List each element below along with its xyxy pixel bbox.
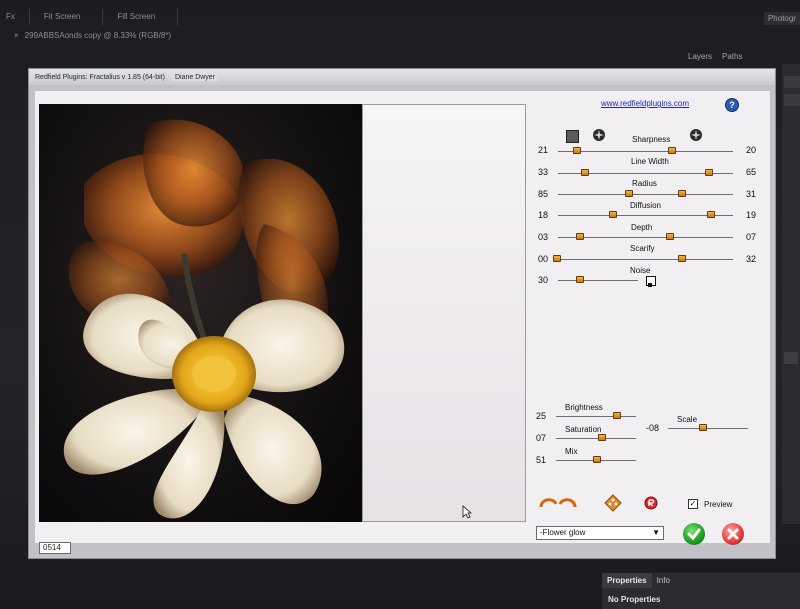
tab-paths[interactable]: Paths — [722, 52, 742, 61]
brightness-track[interactable] — [556, 416, 636, 417]
random-dice-icon[interactable] — [604, 494, 622, 512]
scarify-track[interactable] — [558, 259, 733, 260]
workspace-label[interactable]: Photogr — [763, 12, 800, 25]
chevron-down-icon: ▼ — [652, 528, 660, 537]
diffusion-right-handle[interactable] — [707, 211, 715, 218]
status-field[interactable]: 0514 — [39, 542, 71, 554]
radius-label: Radius — [632, 179, 657, 188]
noise-value: 30 — [538, 275, 549, 285]
preview-label: Preview — [704, 500, 733, 509]
depth-left-handle[interactable] — [576, 233, 584, 240]
properties-panel: Properties Info No Properties — [602, 573, 800, 609]
mix-value: 51 — [536, 455, 547, 465]
document-tab[interactable]: × 299ABBSAonds copy @ 8.33% (RGB/8*) — [14, 31, 171, 40]
sharpness-label: Sharpness — [632, 135, 671, 144]
preset-dropdown[interactable]: -Flower glow ▼ — [536, 526, 664, 540]
mix-label: Mix — [565, 447, 578, 456]
close-icon[interactable]: × — [14, 31, 19, 40]
radius-left-handle[interactable] — [625, 190, 633, 197]
properties-message: No Properties — [608, 595, 661, 604]
panel-row[interactable] — [784, 76, 800, 88]
ok-button[interactable] — [683, 523, 705, 545]
saturation-handle[interactable] — [598, 434, 606, 441]
brightness-value: 25 — [536, 411, 547, 421]
preview-pane[interactable] — [362, 104, 526, 522]
help-button[interactable]: ? — [725, 98, 739, 112]
line-width-right-handle[interactable] — [705, 169, 713, 176]
sharpness-right-value: 20 — [746, 145, 757, 155]
tab-layers[interactable]: Layers — [688, 52, 712, 61]
close-icon — [727, 528, 739, 540]
scale-value: -08 — [646, 423, 660, 433]
reset-icon[interactable] — [644, 496, 658, 510]
depth-right-handle[interactable] — [666, 233, 674, 240]
website-link[interactable]: www.redfieldplugins.com — [601, 99, 689, 108]
sharpness-right-handle[interactable] — [668, 147, 676, 154]
saturation-track[interactable] — [556, 438, 636, 439]
diffusion-left-value: 18 — [538, 210, 549, 220]
grid-icon[interactable] — [566, 130, 579, 143]
scale-track[interactable] — [668, 428, 748, 429]
diffusion-right-value: 19 — [746, 210, 757, 220]
screen: Fx Fit Screen Fill Screen Photogr × 299A… — [0, 0, 800, 609]
preview-checkbox[interactable]: ✓ — [688, 499, 698, 509]
line-width-right-value: 65 — [746, 167, 757, 177]
depth-right-value: 07 — [746, 232, 757, 242]
sun-right-icon[interactable] — [689, 128, 703, 142]
scale-handle[interactable] — [699, 424, 707, 431]
folder-icon[interactable] — [784, 352, 798, 364]
dialog-titlebar[interactable]: Redfield Plugins: Fractalius v 1.85 (64-… — [29, 69, 775, 85]
brightness-handle[interactable] — [613, 412, 621, 419]
document-title: 299ABBSAonds copy @ 8.33% (RGB/8*) — [24, 31, 172, 40]
depth-track[interactable] — [558, 237, 733, 238]
diffusion-label: Diffusion — [630, 201, 661, 210]
diffusion-left-handle[interactable] — [609, 211, 617, 218]
dialog-title: Redfield Plugins: Fractalius v 1.85 (64-… — [35, 73, 165, 81]
scarify-right-value: 32 — [746, 254, 757, 264]
depth-left-value: 03 — [538, 232, 549, 242]
scarify-label: Scarify — [630, 244, 655, 253]
sharpness-left-handle[interactable] — [573, 147, 581, 154]
mouse-cursor-icon — [462, 505, 472, 519]
line-width-label: Line Width — [631, 157, 669, 166]
photoshop-view-tabs: Fx Fit Screen Fill Screen — [0, 8, 800, 26]
saturation-label: Saturation — [565, 425, 602, 434]
noise-track[interactable] — [558, 280, 638, 281]
sharpness-track[interactable] — [558, 151, 733, 152]
daffodil-image — [63, 119, 345, 519]
preview-image[interactable] — [39, 104, 362, 522]
layers-panel — [782, 64, 800, 524]
noise-color-icon[interactable] — [646, 276, 656, 287]
line-width-left-handle[interactable] — [581, 169, 589, 176]
tab-fill-screen[interactable]: Fill Screen — [103, 9, 179, 25]
radius-track[interactable] — [558, 194, 733, 195]
radius-left-value: 85 — [538, 189, 549, 199]
layers-panel-tabs: Layers Paths — [688, 52, 742, 61]
scarify-left-handle[interactable] — [553, 255, 561, 262]
brightness-label: Brightness — [565, 403, 603, 412]
tab-fx[interactable]: Fx — [0, 9, 30, 25]
panel-row[interactable] — [784, 94, 800, 106]
sun-left-icon[interactable] — [592, 128, 606, 142]
saturation-value: 07 — [536, 433, 547, 443]
noise-handle[interactable] — [576, 276, 584, 283]
radius-right-value: 31 — [746, 189, 757, 199]
scarify-left-value: 00 — [538, 254, 549, 264]
scale-label: Scale — [677, 415, 698, 424]
noise-label: Noise — [630, 266, 651, 275]
scarify-right-handle[interactable] — [678, 255, 686, 262]
checkmark-icon — [687, 528, 701, 541]
preset-selected: -Flower glow — [540, 528, 586, 537]
tab-info[interactable]: Info — [652, 573, 675, 588]
radius-right-handle[interactable] — [678, 190, 686, 197]
tab-properties[interactable]: Properties — [602, 573, 652, 588]
line-width-left-value: 33 — [538, 167, 549, 177]
depth-label: Depth — [631, 223, 653, 232]
undo-redo-icon[interactable] — [538, 495, 578, 509]
registered-user: Diane Dwyer — [170, 73, 220, 81]
cancel-button[interactable] — [722, 523, 744, 545]
mix-handle[interactable] — [593, 456, 601, 463]
sharpness-left-value: 21 — [538, 145, 549, 155]
tab-fit-screen[interactable]: Fit Screen — [30, 9, 104, 25]
